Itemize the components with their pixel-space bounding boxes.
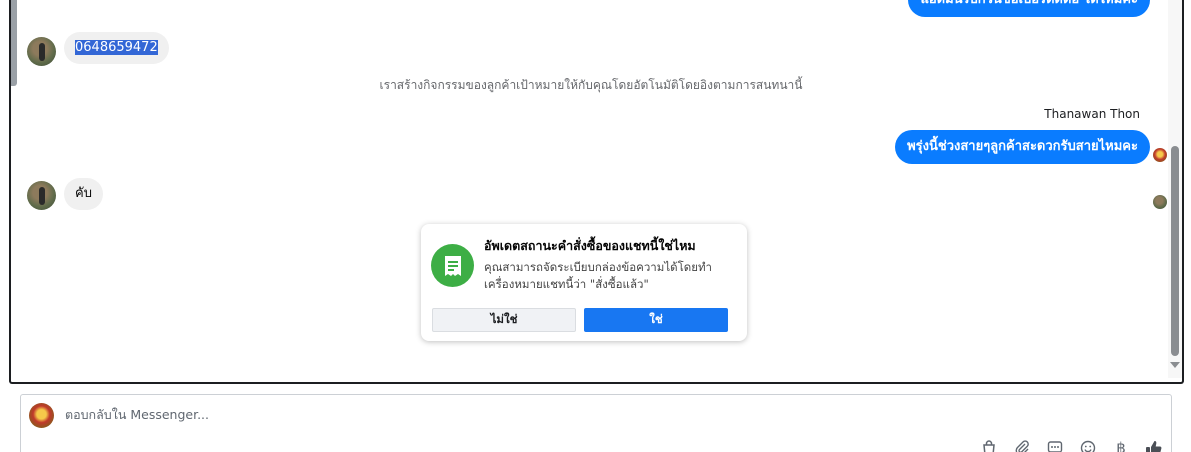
composer-toolbar: ฿	[978, 437, 1165, 452]
scroll-down-arrow[interactable]	[1170, 362, 1180, 368]
order-status-prompt: อัพเดตสถานะคำสั่งซื้อของแชทนี้ใช่ไหม คุณ…	[421, 224, 747, 341]
outgoing-message-bubble[interactable]: พรุ่งนี้ช่วงสายๆลูกค้าสะดวกรับสายไหมคะ	[895, 130, 1150, 164]
messenger-chat-page: แอดมินรบกวนขอเบอร์ติดต่อ ได้ไหมคะ 064865…	[0, 0, 1191, 452]
outgoing-message-bubble[interactable]: แอดมินรบกวนขอเบอร์ติดต่อ ได้ไหมคะ	[908, 0, 1150, 17]
incoming-message-bubble[interactable]: 0648659472	[64, 32, 169, 64]
seen-receipt-avatar	[1153, 195, 1167, 209]
prompt-body: คุณสามารถจัดระเบียบกล่องข้อความได้โดยทำเ…	[484, 260, 713, 291]
bag-icon[interactable]	[978, 437, 1000, 452]
customer-avatar[interactable]	[27, 37, 56, 66]
incoming-message-bubble[interactable]: คับ	[64, 178, 103, 210]
saved-replies-icon[interactable]	[1044, 437, 1066, 452]
phone-number-text[interactable]: 0648659472	[75, 40, 158, 55]
no-button[interactable]: ไม่ใช่	[432, 308, 576, 332]
sender-name: Thanawan Thon	[1044, 107, 1140, 121]
thumbs-up-icon[interactable]	[1143, 437, 1165, 452]
customer-avatar[interactable]	[27, 181, 56, 210]
yes-button[interactable]: ใช่	[584, 308, 728, 332]
paperclip-icon[interactable]	[1011, 437, 1033, 452]
reply-input[interactable]	[65, 407, 965, 422]
emoji-icon[interactable]	[1077, 437, 1099, 452]
system-note: เราสร้างกิจกรรมของลูกค้าเป้าหมายให้กับคุ…	[379, 78, 803, 92]
scrollbar-thumb[interactable]	[1171, 146, 1179, 356]
baht-icon[interactable]: ฿	[1110, 437, 1132, 452]
order-receipt-icon	[431, 244, 474, 287]
prompt-title: อัพเดตสถานะคำสั่งซื้อของแชทนี้ใช่ไหม	[484, 238, 696, 253]
read-receipt-avatar	[1153, 148, 1167, 162]
page-avatar	[29, 403, 54, 428]
reply-composer: ฿	[20, 394, 1172, 452]
left-scroll-indicator	[11, 0, 17, 86]
